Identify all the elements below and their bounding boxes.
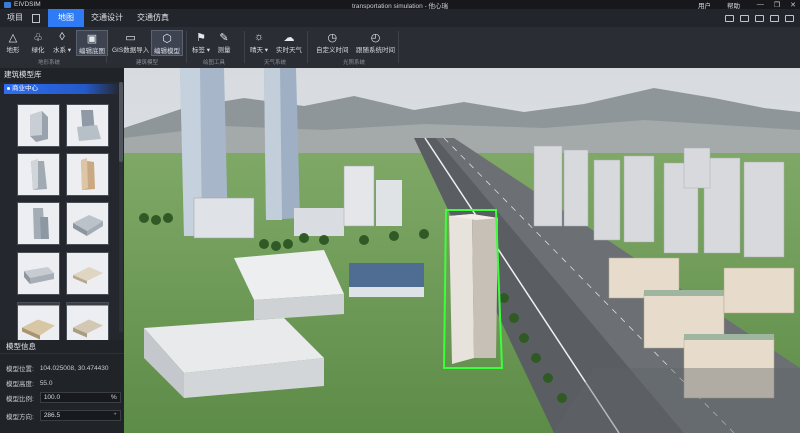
group-building-model: 建筑模型 bbox=[136, 60, 159, 66]
scale-label: 模型比例: bbox=[6, 395, 34, 403]
group-terrain: 地形系统 bbox=[38, 60, 61, 66]
terrain-button[interactable]: △ 地形 bbox=[5, 30, 21, 55]
label-button[interactable]: ⚑ 标签 ▾ bbox=[192, 30, 210, 55]
menu-map[interactable]: 地图 bbox=[48, 9, 84, 27]
3d-viewport[interactable] bbox=[124, 68, 800, 433]
group-weather: 天气系统 bbox=[264, 60, 287, 66]
minimize-icon[interactable]: — bbox=[757, 1, 764, 9]
menu-project[interactable]: 项目 bbox=[0, 9, 30, 27]
close-icon[interactable]: ✕ bbox=[790, 1, 796, 9]
model-direction-row: 模型方向: 286.5 ⁺ bbox=[6, 410, 121, 421]
edit-model-button[interactable]: ⬡ 编辑模型 bbox=[151, 30, 183, 56]
direction-input[interactable]: 286.5 ⁺ bbox=[39, 410, 121, 421]
camera-icon[interactable] bbox=[740, 14, 749, 22]
cube-icon: ⬡ bbox=[162, 32, 172, 45]
city-scene bbox=[124, 68, 800, 433]
category-commercial-center[interactable]: 商业中心 bbox=[4, 84, 120, 94]
toolbar-separator bbox=[106, 31, 107, 63]
model-thumbnail[interactable] bbox=[17, 302, 60, 342]
model-thumbnail[interactable] bbox=[66, 202, 109, 245]
height-value: 55.0 bbox=[39, 379, 53, 387]
toolbar-separator bbox=[307, 31, 308, 63]
model-thumbnail[interactable] bbox=[66, 302, 109, 342]
flag-icon: ⚑ bbox=[196, 31, 206, 44]
group-lighting: 光照系统 bbox=[343, 60, 366, 66]
export-icon[interactable] bbox=[785, 14, 794, 22]
water-button[interactable]: ◊ 水系 ▾ bbox=[53, 30, 71, 54]
model-thumbnail[interactable] bbox=[66, 104, 109, 147]
model-thumbnail[interactable] bbox=[17, 104, 60, 147]
model-info-panel: 模型信息 模型位置: 104.025008, 30.474430 模型高度: 5… bbox=[0, 340, 124, 433]
direction-label: 模型方向: bbox=[6, 413, 34, 421]
selected-building[interactable] bbox=[442, 209, 504, 369]
position-value: 104.025008, 30.474430 bbox=[39, 364, 109, 372]
maximize-icon[interactable]: ❐ bbox=[774, 1, 780, 9]
edit-basemap-button[interactable]: ▣ 编辑底图 bbox=[76, 30, 108, 56]
sun-icon: ☼ bbox=[253, 31, 265, 43]
model-position-row: 模型位置: 104.025008, 30.474430 bbox=[6, 363, 109, 374]
toolbar-separator bbox=[244, 31, 245, 63]
toolbar-separator bbox=[186, 31, 187, 63]
menu-traffic-design[interactable]: 交通设计 bbox=[84, 9, 130, 27]
realtime-weather-button[interactable]: ☁ 实时天气 bbox=[276, 30, 302, 55]
model-thumbnail[interactable] bbox=[17, 153, 60, 196]
gis-import-button[interactable]: ▭ GIS数据导入 bbox=[112, 30, 149, 55]
follow-system-time-button[interactable]: ◴ 跟随系统时间 bbox=[356, 30, 395, 55]
layout-icon[interactable] bbox=[770, 14, 779, 22]
video-icon[interactable] bbox=[755, 14, 764, 22]
clock-icon: ◷ bbox=[327, 31, 338, 44]
ribbon-toolbar: △ 地形 ♧ 绿化 ◊ 水系 ▾ ▣ 编辑底图 地形系统 ▭ GIS数据导入 ⬡ 编辑模型 … bbox=[0, 27, 800, 69]
ruler-icon: ✎ bbox=[219, 31, 229, 44]
scale-unit: % bbox=[111, 394, 117, 401]
model-thumbnail[interactable] bbox=[66, 153, 109, 196]
title-bar: EIVDSIM transportation simulation - 他心瑞 … bbox=[0, 0, 800, 10]
menu-bar: 项目 地图 交通设计 交通仿真 bbox=[0, 9, 800, 27]
measure-button[interactable]: ✎ 测量 bbox=[216, 30, 232, 55]
custom-time-button[interactable]: ◷ 自定义时间 bbox=[316, 30, 349, 55]
model-thumbnail[interactable] bbox=[17, 252, 60, 295]
greening-button[interactable]: ♧ 绿化 bbox=[30, 30, 46, 55]
basemap-icon: ▣ bbox=[86, 32, 98, 45]
model-thumbnail[interactable] bbox=[66, 252, 109, 295]
direction-stepper-icon[interactable]: ⁺ bbox=[113, 411, 116, 420]
library-scrollbar[interactable] bbox=[119, 82, 123, 332]
weather-sunny-button[interactable]: ☼ 晴天 ▾ bbox=[250, 30, 268, 54]
tree-icon: ♧ bbox=[33, 31, 43, 44]
model-thumbnail[interactable] bbox=[17, 202, 60, 245]
clock-sync-icon: ◴ bbox=[370, 31, 381, 44]
position-label: 模型位置: bbox=[6, 366, 34, 373]
model-height-row: 模型高度: 55.0 bbox=[6, 378, 53, 389]
gis-import-icon: ▭ bbox=[125, 31, 136, 44]
panel-title: 建筑模型库 bbox=[0, 68, 124, 82]
document-icon[interactable] bbox=[32, 13, 40, 23]
water-icon: ◊ bbox=[59, 31, 65, 43]
scale-input[interactable]: 100.0% bbox=[39, 392, 121, 403]
group-drawing-tools: 绘图工具 bbox=[203, 60, 226, 66]
height-label: 模型高度: bbox=[6, 381, 34, 388]
menu-traffic-simulation[interactable]: 交通仿真 bbox=[130, 9, 176, 27]
model-info-title: 模型信息 bbox=[0, 340, 124, 354]
cloud-icon: ☁ bbox=[283, 31, 295, 44]
model-scale-row: 模型比例: 100.0% bbox=[6, 392, 121, 403]
scrollbar-thumb[interactable] bbox=[119, 82, 123, 162]
toolbar-separator bbox=[398, 31, 399, 63]
terrain-icon: △ bbox=[8, 31, 18, 44]
settings-toggle-icon[interactable] bbox=[725, 14, 734, 22]
